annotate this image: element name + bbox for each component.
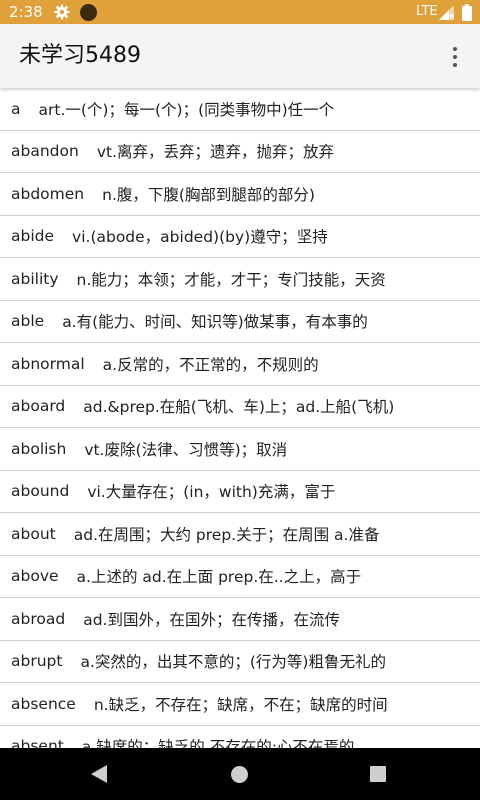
list-item[interactable]: a art.一(个)；每一(个)；(同类事物中)任一个 [0, 88, 480, 131]
word-definition: a.缺席的；缺乏的,不存在的;心不在焉的 [81, 738, 355, 748]
word-term: abide [11, 227, 55, 246]
status-bar: 2:38 LTE [0, 0, 480, 24]
list-item[interactable]: abroad ad.到国外，在国外；在传播，在流传 [0, 598, 480, 641]
list-item[interactable]: abrupt a.突然的，出其不意的；(行为等)粗鲁无礼的 [0, 641, 480, 683]
word-definition: vt.废除(法律、习惯等)；取消 [84, 440, 288, 459]
list-item[interactable]: abnormal a.反常的，不正常的，不规则的 [0, 343, 480, 386]
list-item[interactable]: absence n.缺乏，不存在；缺席，不在；缺席的时间 [0, 683, 480, 726]
list-item[interactable]: abdomen n.腹，下腹(胸部到腿部的部分) [0, 173, 480, 216]
list-item[interactable]: able a.有(能力、时间、知识等)做某事，有本事的 [0, 301, 480, 343]
network-type: LTE [416, 4, 438, 19]
word-definition: vt.离弃，丢弃；遗弃，抛弃；放弃 [96, 143, 334, 162]
word-definition: a.有(能力、时间、知识等)做某事，有本事的 [62, 313, 368, 332]
word-term: abound [11, 482, 70, 501]
word-definition: n.能力；本领；才能，才干；专门技能，天资 [76, 270, 386, 289]
battery-icon [462, 4, 472, 21]
word-definition: ad.&prep.在船(飞机、车)上；ad.上船(飞机) [83, 398, 395, 417]
list-item[interactable]: about ad.在周围；大约 prep.关于；在周围 a.准备 [0, 513, 480, 556]
word-term: a [11, 99, 21, 118]
list-item[interactable]: above a.上述的 ad.在上面 prep.在..之上，高于 [0, 556, 480, 598]
notification-dot-icon [80, 4, 97, 21]
word-term: abandon [11, 142, 79, 161]
list-item[interactable]: abound vi.大量存在；(in，with)充满，富于 [0, 471, 480, 513]
word-definition: n.缺乏，不存在；缺席，不在；缺席的时间 [93, 695, 388, 714]
word-definition: ad.到国外，在国外；在传播，在流传 [83, 610, 340, 629]
word-term: above [11, 567, 59, 586]
word-term: ability [11, 269, 59, 288]
word-term: able [11, 312, 45, 331]
list-item[interactable]: aboard ad.&prep.在船(飞机、车)上；ad.上船(飞机) [0, 386, 480, 428]
back-icon[interactable] [90, 765, 108, 783]
word-term: abdomen [11, 184, 85, 203]
word-term: absence [11, 694, 76, 713]
word-term: absent [11, 737, 64, 748]
word-list[interactable]: a art.一(个)；每一(个)；(同类事物中)任一个 abandon vt.离… [0, 88, 480, 748]
page-title: 未学习5489 [19, 43, 141, 68]
word-definition: ad.在周围；大约 prep.关于；在周围 a.准备 [73, 525, 380, 544]
word-term: abolish [11, 439, 67, 458]
list-item[interactable]: abandon vt.离弃，丢弃；遗弃，抛弃；放弃 [0, 131, 480, 173]
word-term: abnormal [11, 354, 85, 373]
status-time: 2:38 [9, 3, 43, 21]
word-definition: a.突然的，出其不意的；(行为等)粗鲁无礼的 [80, 653, 386, 672]
list-item[interactable]: abolish vt.废除(法律、习惯等)；取消 [0, 428, 480, 471]
signal-icon [439, 5, 454, 20]
app-bar: 未学习5489 [0, 24, 480, 88]
word-term: abrupt [11, 652, 63, 671]
recents-icon[interactable] [370, 766, 386, 782]
word-definition: n.腹，下腹(胸部到腿部的部分) [102, 185, 315, 204]
word-definition: vi.大量存在；(in，with)充满，富于 [87, 483, 336, 502]
word-term: aboard [11, 397, 66, 416]
list-item[interactable]: ability n.能力；本领；才能，才干；专门技能，天资 [0, 258, 480, 301]
word-term: abroad [11, 609, 66, 628]
home-icon[interactable] [231, 766, 248, 783]
word-definition: a.反常的，不正常的，不规则的 [102, 355, 319, 374]
list-item[interactable]: abide vi.(abode，abided)(by)遵守；坚持 [0, 216, 480, 258]
navigation-bar [0, 748, 480, 800]
list-item[interactable]: absent a.缺席的；缺乏的,不存在的;心不在焉的 [0, 726, 480, 748]
overflow-menu-icon[interactable] [440, 42, 470, 72]
gear-icon [54, 4, 70, 20]
word-definition: a.上述的 ad.在上面 prep.在..之上，高于 [76, 568, 362, 587]
word-definition: art.一(个)；每一(个)；(同类事物中)任一个 [38, 100, 335, 119]
word-definition: vi.(abode，abided)(by)遵守；坚持 [72, 228, 328, 247]
word-term: about [11, 524, 56, 543]
